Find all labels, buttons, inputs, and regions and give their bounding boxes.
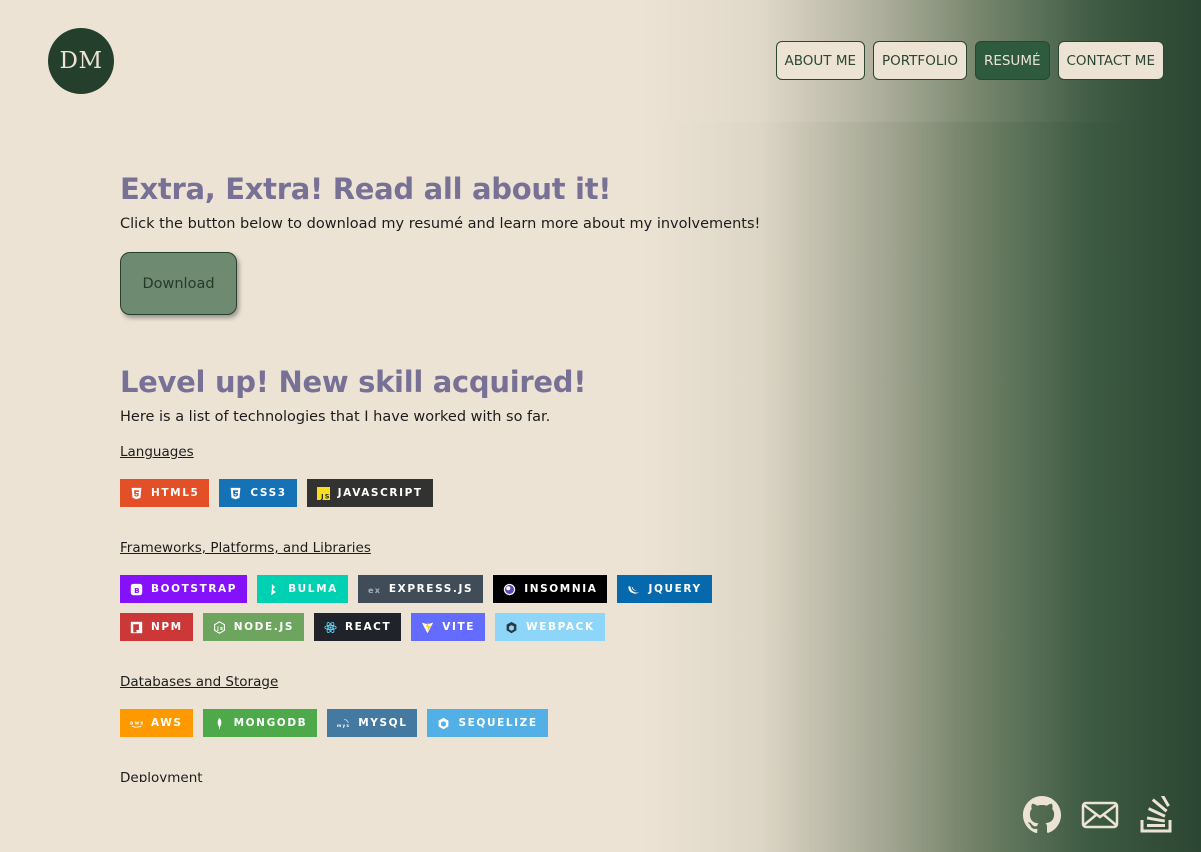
badge-jquery: JQUERY xyxy=(617,575,712,603)
aws-icon: aws xyxy=(130,717,143,730)
jquery-icon xyxy=(627,583,640,596)
badge-label: JQUERY xyxy=(648,583,702,595)
html5-icon xyxy=(130,487,143,500)
badge-list-databases: aws AWS MONGODB mysql MYSQL SEQUELIZE xyxy=(120,709,740,737)
express-icon: ex xyxy=(368,583,381,596)
badge-sequelize: SEQUELIZE xyxy=(427,709,548,737)
resume-text: Click the button below to download my re… xyxy=(120,216,761,232)
badge-label: HTML5 xyxy=(151,487,200,499)
vite-icon xyxy=(421,621,434,634)
badge-insomnia: INSOMNIA xyxy=(493,575,608,603)
javascript-icon: JS xyxy=(316,486,330,500)
badge-bulma: BULMA xyxy=(257,575,348,603)
svg-text:aws: aws xyxy=(130,720,143,726)
social-links xyxy=(1023,791,1177,834)
badge-label: NODE.JS xyxy=(233,621,294,633)
badge-label: SEQUELIZE xyxy=(458,717,538,729)
mysql-icon: mysql xyxy=(337,717,350,730)
nav-contact-me[interactable]: CONTACT ME xyxy=(1057,41,1164,80)
badge-webpack: WEBPACK xyxy=(495,613,605,641)
sequelize-icon xyxy=(437,717,450,730)
stackoverflow-icon[interactable] xyxy=(1139,791,1177,834)
category-title-databases: Databases and Storage xyxy=(120,674,279,690)
nav-portfolio[interactable]: PORTFOLIO xyxy=(873,41,967,80)
skills-text: Here is a list of technologies that I ha… xyxy=(120,409,551,425)
badge-bootstrap: B BOOTSTRAP xyxy=(120,575,248,603)
main-nav: ABOUT ME PORTFOLIO RESUMÉ CONTACT ME xyxy=(775,41,1164,80)
badge-label: VITE xyxy=(442,621,476,633)
nav-about-me[interactable]: ABOUT ME xyxy=(775,41,866,80)
logo-text: DM xyxy=(59,48,103,74)
react-icon xyxy=(324,621,337,634)
badge-expressjs: ex EXPRESS.JS xyxy=(357,575,484,603)
webpack-icon xyxy=(505,621,518,634)
resume-section: Extra, Extra! Read all about it! Click t… xyxy=(120,170,820,315)
nodejs-icon: js xyxy=(213,620,226,634)
badge-aws: aws AWS xyxy=(120,709,193,737)
download-button[interactable]: Download xyxy=(120,252,237,315)
badge-javascript: JS JAVASCRIPT xyxy=(306,479,433,507)
svg-text:mysql: mysql xyxy=(337,722,350,727)
category-title-frameworks: Frameworks, Platforms, and Libraries xyxy=(120,540,371,556)
mail-icon[interactable] xyxy=(1081,796,1119,834)
badge-html5: HTML5 xyxy=(120,479,210,507)
skills-section: Level up! New skill acquired! Here is a … xyxy=(120,363,820,782)
badge-label: JAVASCRIPT xyxy=(337,487,423,499)
badge-react: REACT xyxy=(314,613,402,641)
badge-label: AWS xyxy=(151,717,183,729)
svg-text:B: B xyxy=(134,585,141,594)
badge-label: EXPRESS.JS xyxy=(388,583,474,595)
svg-text:JS: JS xyxy=(320,492,330,500)
svg-text:js: js xyxy=(216,625,224,631)
badge-label: MONGODB xyxy=(233,717,308,729)
css3-icon xyxy=(229,487,242,500)
badge-label: NPM xyxy=(151,621,183,633)
github-icon[interactable] xyxy=(1023,796,1061,834)
category-title-languages: Languages xyxy=(120,444,194,460)
badge-nodejs: js NODE.JS xyxy=(202,613,304,641)
resume-heading: Extra, Extra! Read all about it! xyxy=(120,172,612,206)
nav-resume[interactable]: RESUMÉ xyxy=(974,41,1050,80)
badge-label: MYSQL xyxy=(358,717,408,729)
main-content: Extra, Extra! Read all about it! Click t… xyxy=(120,170,820,782)
bulma-icon xyxy=(267,583,280,596)
npm-icon xyxy=(130,621,143,634)
badge-label: BOOTSTRAP xyxy=(151,583,238,595)
category-title-deployment: Deployment xyxy=(120,770,203,782)
svg-text:ex: ex xyxy=(368,584,381,594)
badge-list-languages: HTML5 CSS3 JS JAVASCRIPT xyxy=(120,479,740,507)
logo[interactable]: DM xyxy=(48,28,114,94)
badge-vite: VITE xyxy=(411,613,486,641)
badge-label: CSS3 xyxy=(250,487,287,499)
badge-list-frameworks: B BOOTSTRAP BULMA ex EXPRESS.JS INSOMNIA… xyxy=(120,575,740,641)
badge-css3: CSS3 xyxy=(219,479,297,507)
badge-label: REACT xyxy=(345,621,392,633)
badge-npm: NPM xyxy=(120,613,193,641)
bootstrap-icon: B xyxy=(130,583,143,596)
badge-label: INSOMNIA xyxy=(524,583,598,595)
badge-mysql: mysql MYSQL xyxy=(327,709,418,737)
badge-label: BULMA xyxy=(288,583,338,595)
skills-heading: Level up! New skill acquired! xyxy=(120,365,587,399)
badge-mongodb: MONGODB xyxy=(202,709,318,737)
mongodb-icon xyxy=(213,717,226,730)
badge-label: WEBPACK xyxy=(526,621,595,633)
insomnia-icon xyxy=(503,583,516,596)
